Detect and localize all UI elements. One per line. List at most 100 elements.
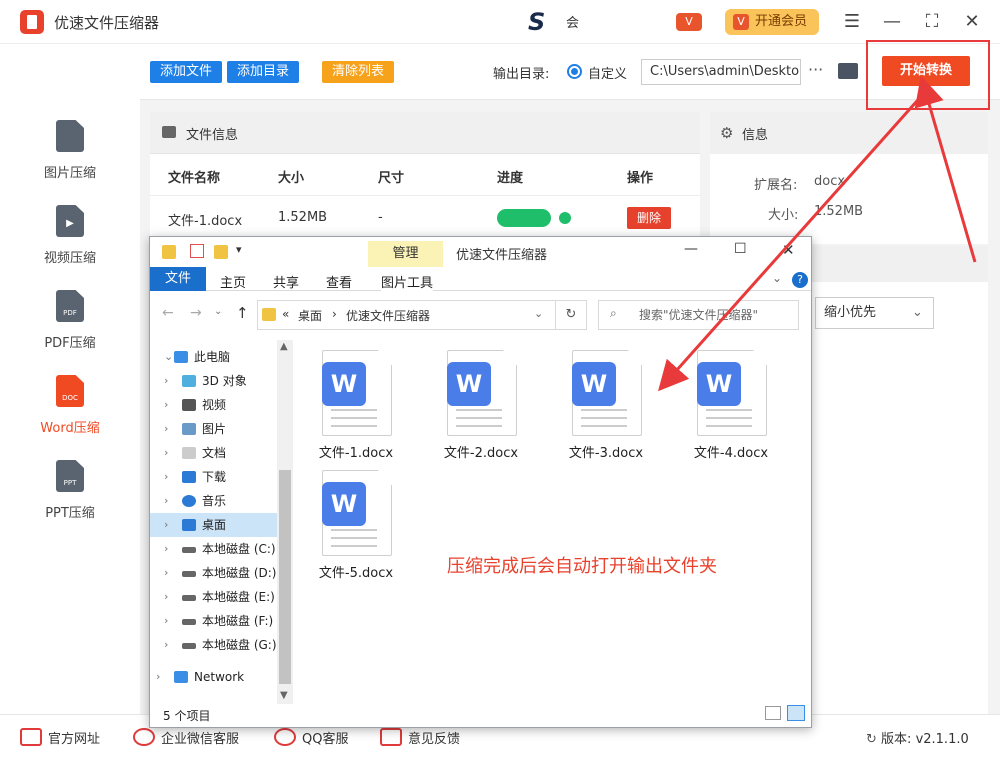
- sidebar-item-ppt[interactable]: PPT PPT压缩: [0, 460, 140, 530]
- tree-item-label: 3D 对象: [202, 374, 247, 388]
- tab-picture-tools[interactable]: 图片工具: [381, 272, 434, 291]
- delete-button[interactable]: 删除: [627, 207, 671, 229]
- sidebar-item-word[interactable]: DOC Word压缩: [0, 375, 140, 445]
- tree-item-drive-c[interactable]: › 本地磁盘 (C:): [150, 537, 277, 561]
- new-folder-icon[interactable]: [214, 245, 228, 259]
- recent-dropdown-icon[interactable]: ⌄: [214, 306, 222, 317]
- up-icon[interactable]: ↑: [236, 304, 249, 322]
- chevron-down-icon[interactable]: ⌄: [164, 345, 173, 369]
- compress-mode-select[interactable]: 缩小优先 ⌄: [815, 297, 934, 329]
- tree-item-network[interactable]: › Network: [150, 665, 277, 689]
- scroll-down-icon[interactable]: ▼: [280, 690, 288, 701]
- tree-item-pictures[interactable]: › 图片: [150, 417, 277, 441]
- vip-mini-icon[interactable]: V: [676, 13, 702, 31]
- tree-item-drive-f[interactable]: › 本地磁盘 (F:): [150, 609, 277, 633]
- tree-item-this-pc[interactable]: ⌄ 此电脑: [150, 345, 277, 369]
- word-badge-icon: W: [697, 362, 741, 406]
- address-dropdown-icon[interactable]: ⌄: [534, 307, 543, 320]
- scroll-up-icon[interactable]: ▲: [280, 341, 288, 352]
- file-item[interactable]: W 文件-3.docx: [546, 350, 646, 470]
- version-value: v2.1.1.0: [915, 732, 969, 747]
- menu-icon[interactable]: ☰: [840, 10, 864, 34]
- forward-icon[interactable]: →: [190, 305, 202, 321]
- chevron-right-icon[interactable]: ›: [164, 609, 168, 633]
- explorer-close-icon[interactable]: ✕: [782, 241, 795, 259]
- tree-item-music[interactable]: › 音乐: [150, 489, 277, 513]
- ext-label: 扩展名:: [754, 178, 798, 193]
- sidebar-item-image[interactable]: 图片压缩: [0, 120, 140, 190]
- sidebar-item-video[interactable]: ▶ 视频压缩: [0, 205, 140, 275]
- tree-item-downloads[interactable]: › 下载: [150, 465, 277, 489]
- chevron-right-icon[interactable]: ›: [164, 393, 168, 417]
- ribbon-expand-icon[interactable]: ⌄: [772, 271, 782, 285]
- explorer-maximize-icon[interactable]: ☐: [734, 241, 747, 257]
- tree-item-3d[interactable]: › 3D 对象: [150, 369, 277, 393]
- pdf-file-icon: PDF: [56, 290, 84, 322]
- chevron-right-icon[interactable]: ›: [164, 489, 168, 513]
- file-item[interactable]: W 文件-4.docx: [671, 350, 771, 470]
- refresh-icon[interactable]: ↻: [555, 300, 587, 330]
- folder-icon[interactable]: [838, 63, 858, 79]
- maximize-icon[interactable]: ⛶: [920, 10, 944, 34]
- breadcrumb-folder[interactable]: 优速文件压缩器: [346, 307, 430, 324]
- add-directory-button[interactable]: 添加目录: [227, 61, 299, 83]
- ad-logo-icon[interactable]: S: [528, 8, 558, 36]
- details-view-icon[interactable]: [765, 706, 781, 720]
- help-icon[interactable]: ?: [792, 272, 808, 288]
- tab-file[interactable]: 文件: [150, 267, 206, 291]
- tab-share[interactable]: 共享: [273, 272, 299, 291]
- tree-item-drive-d[interactable]: › 本地磁盘 (D:): [150, 561, 277, 585]
- more-options-button[interactable]: ···: [808, 60, 823, 79]
- file-item[interactable]: W 文件-2.docx: [421, 350, 521, 470]
- tab-home[interactable]: 主页: [220, 272, 246, 291]
- tab-view[interactable]: 查看: [326, 272, 352, 291]
- manage-tab[interactable]: 管理: [368, 241, 443, 267]
- properties-icon[interactable]: [190, 244, 204, 258]
- close-icon[interactable]: ✕: [960, 10, 984, 34]
- add-file-button[interactable]: 添加文件: [150, 61, 222, 83]
- footer-link-feedback[interactable]: 意见反馈: [380, 728, 460, 747]
- back-icon[interactable]: ←: [162, 305, 174, 321]
- address-bar[interactable]: « 桌面 › 优速文件压缩器 ⌄: [257, 300, 587, 330]
- file-item[interactable]: W 文件-5.docx: [296, 470, 396, 590]
- custom-radio-label[interactable]: 自定义: [588, 63, 627, 82]
- clear-list-button[interactable]: 清除列表: [322, 61, 394, 83]
- tree-item-drive-g[interactable]: › 本地磁盘 (G:): [150, 633, 277, 657]
- drive-icon: [182, 643, 196, 649]
- tree-item-videos[interactable]: › 视频: [150, 393, 277, 417]
- chevron-right-icon[interactable]: ›: [164, 633, 168, 657]
- chevron-right-icon[interactable]: ›: [164, 513, 168, 537]
- sidebar-item-pdf[interactable]: PDF PDF压缩: [0, 290, 140, 360]
- app-logo-icon: [20, 10, 44, 34]
- breadcrumb-desktop[interactable]: 桌面: [298, 307, 322, 324]
- large-icons-view-icon[interactable]: [787, 705, 805, 721]
- quick-access-dropdown-icon[interactable]: ▾: [236, 243, 242, 256]
- chevron-right-icon[interactable]: ›: [164, 537, 168, 561]
- output-path-input[interactable]: C:\Users\admin\Deskto: [641, 59, 801, 85]
- minimize-icon[interactable]: —: [880, 10, 904, 34]
- chevron-right-icon[interactable]: ›: [164, 417, 168, 441]
- tree-item-desktop[interactable]: › 桌面: [150, 513, 277, 537]
- folder-icon: [162, 245, 176, 259]
- vip-button[interactable]: 开通会员: [725, 9, 819, 35]
- compress-mode-value: 缩小优先: [824, 305, 877, 320]
- chevron-right-icon[interactable]: ›: [164, 465, 168, 489]
- feedback-icon: [380, 728, 402, 746]
- search-input[interactable]: 搜索"优速文件压缩器": [598, 300, 799, 330]
- tree-item-label: 此电脑: [194, 350, 231, 364]
- chevron-right-icon[interactable]: ›: [164, 441, 168, 465]
- footer-link-wechat[interactable]: 企业微信客服: [133, 728, 239, 747]
- tree-scrollbar-thumb[interactable]: [279, 470, 291, 684]
- custom-radio[interactable]: [567, 64, 582, 79]
- tree-item-documents[interactable]: › 文档: [150, 441, 277, 465]
- chevron-right-icon[interactable]: ›: [164, 585, 168, 609]
- explorer-minimize-icon[interactable]: —: [684, 241, 698, 257]
- footer-link-qq[interactable]: QQ客服: [274, 728, 348, 747]
- ad-text[interactable]: 会: [566, 12, 579, 31]
- footer-link-website[interactable]: 官方网址: [20, 728, 100, 747]
- tree-item-drive-e[interactable]: › 本地磁盘 (E:): [150, 585, 277, 609]
- chevron-right-icon[interactable]: ›: [156, 665, 160, 689]
- chevron-right-icon[interactable]: ›: [164, 369, 168, 393]
- file-item[interactable]: W 文件-1.docx: [296, 350, 396, 470]
- chevron-right-icon[interactable]: ›: [164, 561, 168, 585]
